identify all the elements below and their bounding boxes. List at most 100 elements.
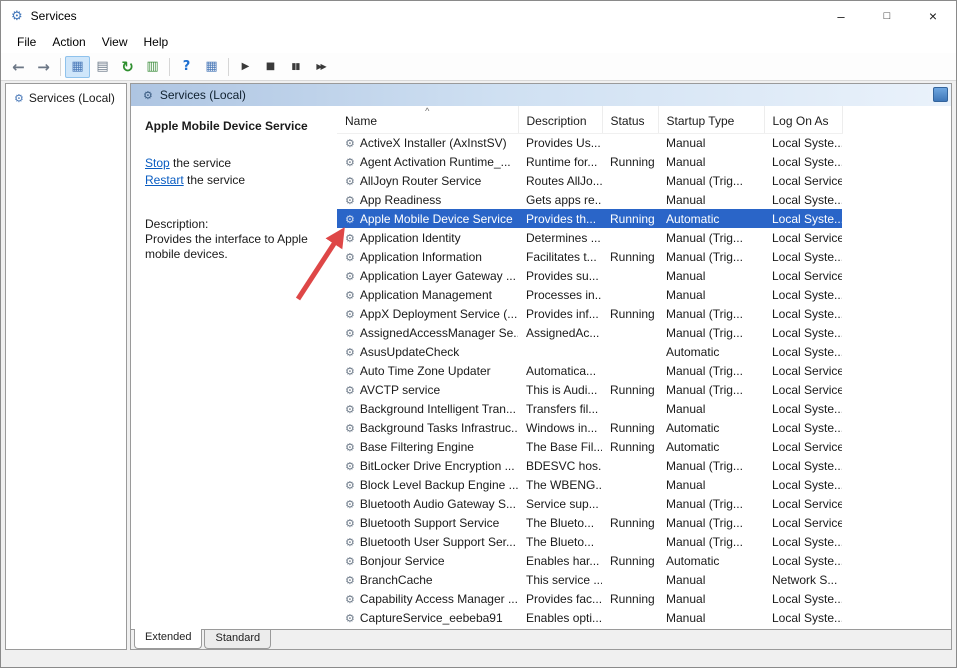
column-header-startup-type[interactable]: Startup Type [658, 106, 765, 134]
column-header-status[interactable]: Status [602, 106, 659, 134]
cell-name[interactable]: ⚙ AllJoyn Router Service [337, 171, 518, 190]
cell-name[interactable]: ⚙ Block Level Backup Engine ... [337, 475, 518, 494]
column-header-log-on-as[interactable]: Log On As [764, 106, 843, 134]
cell-log-on-as[interactable]: Local Service [764, 437, 842, 456]
cell-description[interactable]: BDESVC hos... [518, 456, 602, 475]
help-button[interactable]: ? [174, 56, 199, 78]
cell-log-on-as[interactable]: Local Service [764, 266, 842, 285]
cell-log-on-as[interactable]: Local Syste... [764, 475, 842, 494]
cell-description[interactable]: Provides su... [518, 266, 602, 285]
cell-status[interactable]: Running [602, 589, 658, 608]
table-row[interactable]: ⚙ BranchCache This service ... Manual Networ… [337, 570, 842, 589]
cell-name[interactable]: ⚙ AssignedAccessManager Se... [337, 323, 518, 342]
cell-status[interactable]: Running [602, 437, 658, 456]
cell-startup-type[interactable]: Manual [658, 475, 764, 494]
cell-status[interactable]: Running [602, 209, 658, 228]
cell-description[interactable]: Automatica... [518, 361, 602, 380]
table-row[interactable]: ⚙ AVCTP service This is Audi... Running Manu… [337, 380, 842, 399]
table-row[interactable]: ⚙ Background Tasks Infrastruc... Windows i… [337, 418, 842, 437]
table-row[interactable]: ⚙ Bluetooth User Support Ser... The Blueto… [337, 532, 842, 551]
table-row[interactable]: ⚙ Bonjour Service Enables har... Running Aut… [337, 551, 842, 570]
cell-startup-type[interactable]: Manual [658, 133, 764, 152]
cell-description[interactable]: Determines ... [518, 228, 602, 247]
cell-name[interactable]: ⚙ AppX Deployment Service (... [337, 304, 518, 323]
table-row[interactable]: ⚙ CaptureService_eebeba91 Enables opti... M… [337, 608, 842, 627]
forward-button[interactable]: → [31, 56, 56, 78]
cell-startup-type[interactable]: Manual (Trig... [658, 361, 764, 380]
cell-name[interactable]: ⚙ Agent Activation Runtime_... [337, 152, 518, 171]
table-row[interactable]: ⚙ Auto Time Zone Updater Automatica... Manu… [337, 361, 842, 380]
stop-service-button[interactable]: ■ [258, 56, 283, 78]
cell-startup-type[interactable]: Manual [658, 399, 764, 418]
maximize-button[interactable]: □ [864, 1, 910, 31]
table-row[interactable]: ⚙ Application Information Facilitates t...… [337, 247, 842, 266]
cell-status[interactable] [602, 228, 658, 247]
cell-name[interactable]: ⚙ BitLocker Drive Encryption ... [337, 456, 518, 475]
cell-description[interactable]: Enables har... [518, 551, 602, 570]
table-row[interactable]: ⚙ AllJoyn Router Service Routes AllJo... Ma… [337, 171, 842, 190]
cell-name[interactable]: ⚙ Bluetooth User Support Ser... [337, 532, 518, 551]
tab-standard[interactable]: Standard [204, 630, 272, 649]
cell-startup-type[interactable]: Manual [658, 152, 764, 171]
cell-startup-type[interactable]: Manual [658, 589, 764, 608]
cell-status[interactable]: Running [602, 304, 658, 323]
cell-log-on-as[interactable]: Network S... [764, 570, 842, 589]
minimize-button[interactable]: – [818, 1, 864, 31]
restart-service-button[interactable]: ▶▶ [308, 56, 333, 78]
back-button[interactable]: ← [6, 56, 31, 78]
cell-status[interactable] [602, 361, 658, 380]
cell-startup-type[interactable]: Manual (Trig... [658, 171, 764, 190]
cell-startup-type[interactable]: Manual (Trig... [658, 247, 764, 266]
cell-name[interactable]: ⚙ Application Information [337, 247, 518, 266]
table-row[interactable]: ⚙ AssignedAccessManager Se... AssignedAc..… [337, 323, 842, 342]
cell-description[interactable]: Windows in... [518, 418, 602, 437]
cell-log-on-as[interactable]: Local Syste... [764, 304, 842, 323]
cell-log-on-as[interactable]: Local Syste... [764, 133, 842, 152]
cell-name[interactable]: ⚙ Auto Time Zone Updater [337, 361, 518, 380]
cell-name[interactable]: ⚙ AVCTP service [337, 380, 518, 399]
cell-log-on-as[interactable]: Local Syste... [764, 247, 842, 266]
cell-log-on-as[interactable]: Local Service [764, 494, 842, 513]
table-row[interactable]: ⚙ Capability Access Manager ... Provides f… [337, 589, 842, 608]
cell-name[interactable]: ⚙ Bonjour Service [337, 551, 518, 570]
table-row[interactable]: ⚙ BitLocker Drive Encryption ... BDESVC ho… [337, 456, 842, 475]
table-row[interactable]: ⚙ Application Layer Gateway ... Provides s… [337, 266, 842, 285]
cell-status[interactable] [602, 285, 658, 304]
column-header-description[interactable]: Description [518, 106, 603, 134]
column-header-name[interactable]: ^ Name [337, 106, 519, 134]
cell-startup-type[interactable]: Automatic [658, 342, 764, 361]
cell-startup-type[interactable]: Manual (Trig... [658, 513, 764, 532]
cell-status[interactable] [602, 456, 658, 475]
table-row[interactable]: ⚙ Block Level Backup Engine ... The WBENG.… [337, 475, 842, 494]
table-row[interactable]: ⚙ AsusUpdateCheck Automatic Local Syste... [337, 342, 842, 361]
cell-startup-type[interactable]: Manual (Trig... [658, 456, 764, 475]
cell-description[interactable]: Processes in... [518, 285, 602, 304]
cell-startup-type[interactable]: Manual (Trig... [658, 532, 764, 551]
cell-name[interactable]: ⚙ Application Management [337, 285, 518, 304]
cell-status[interactable] [602, 323, 658, 342]
cell-startup-type[interactable]: Manual (Trig... [658, 228, 764, 247]
cell-startup-type[interactable]: Automatic [658, 437, 764, 456]
cell-status[interactable]: Running [602, 418, 658, 437]
menu-help[interactable]: Help [136, 33, 177, 51]
stop-service-link[interactable]: Stop [145, 156, 170, 170]
cell-status[interactable] [602, 570, 658, 589]
cell-startup-type[interactable]: Automatic [658, 551, 764, 570]
cell-log-on-as[interactable]: Local Service [764, 171, 842, 190]
cell-description[interactable]: Gets apps re... [518, 190, 602, 209]
cell-description[interactable]: Routes AllJo... [518, 171, 602, 190]
menu-view[interactable]: View [94, 33, 136, 51]
cell-status[interactable] [602, 266, 658, 285]
cell-name[interactable]: ⚙ Bluetooth Support Service [337, 513, 518, 532]
cell-status[interactable] [602, 399, 658, 418]
cell-startup-type[interactable]: Manual (Trig... [658, 494, 764, 513]
cell-status[interactable] [602, 342, 658, 361]
cell-status[interactable] [602, 171, 658, 190]
cell-log-on-as[interactable]: Local Syste... [764, 285, 842, 304]
cell-status[interactable]: Running [602, 551, 658, 570]
properties-button[interactable]: ▦ [199, 56, 224, 78]
show-action-pane-button[interactable]: ▤ [90, 56, 115, 78]
cell-name[interactable]: ⚙ Background Intelligent Tran... [337, 399, 518, 418]
tree-item-services-local[interactable]: ⚙ Services (Local) [6, 89, 126, 107]
cell-startup-type[interactable]: Manual (Trig... [658, 323, 764, 342]
